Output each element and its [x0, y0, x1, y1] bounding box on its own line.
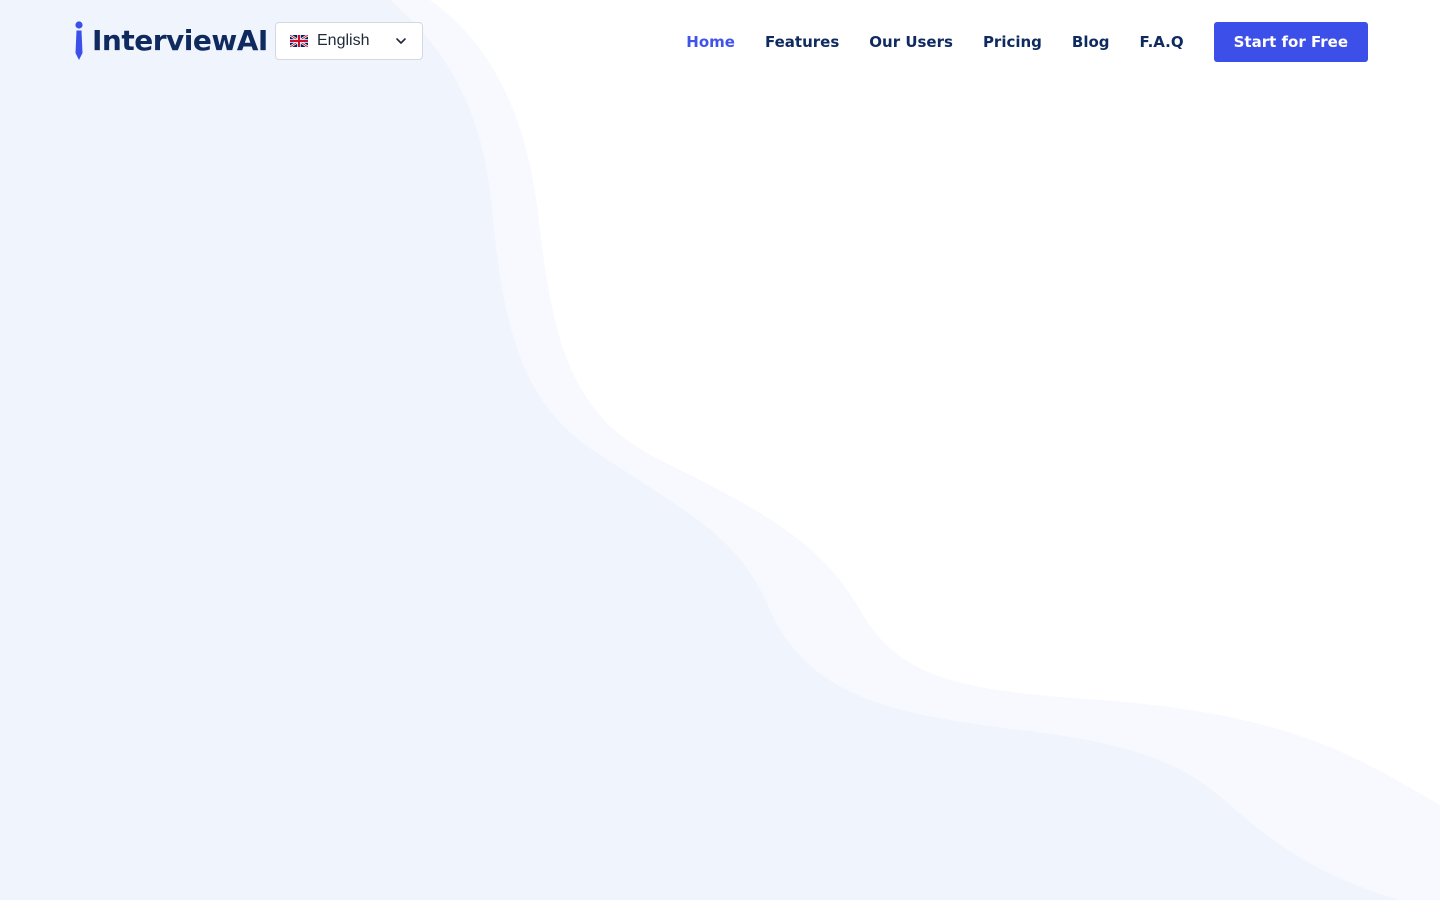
language-select[interactable]: English [275, 22, 423, 60]
brand-name: InterviewAI [92, 24, 268, 57]
nav-blog[interactable]: Blog [1072, 33, 1110, 51]
nav-faq[interactable]: F.A.Q [1140, 33, 1184, 51]
landing-page: InterviewAI English Home Features Our Us… [0, 0, 1440, 900]
chevron-down-icon [396, 38, 406, 44]
nav-our-users[interactable]: Our Users [869, 33, 953, 51]
tie-logo-icon [75, 21, 83, 60]
brand-logo[interactable]: InterviewAI [72, 20, 268, 62]
language-selected-value: English [317, 32, 370, 49]
uk-flag-icon [290, 35, 308, 47]
nav-pricing[interactable]: Pricing [983, 33, 1042, 51]
start-for-free-button[interactable]: Start for Free [1213, 22, 1368, 62]
nav-home[interactable]: Home [686, 33, 735, 51]
nav-features[interactable]: Features [765, 33, 839, 51]
site-header: InterviewAI English Home Features Our Us… [0, 0, 1440, 84]
background-wave [0, 0, 1440, 900]
main-nav: Home Features Our Users Pricing Blog F.A… [686, 22, 1368, 62]
